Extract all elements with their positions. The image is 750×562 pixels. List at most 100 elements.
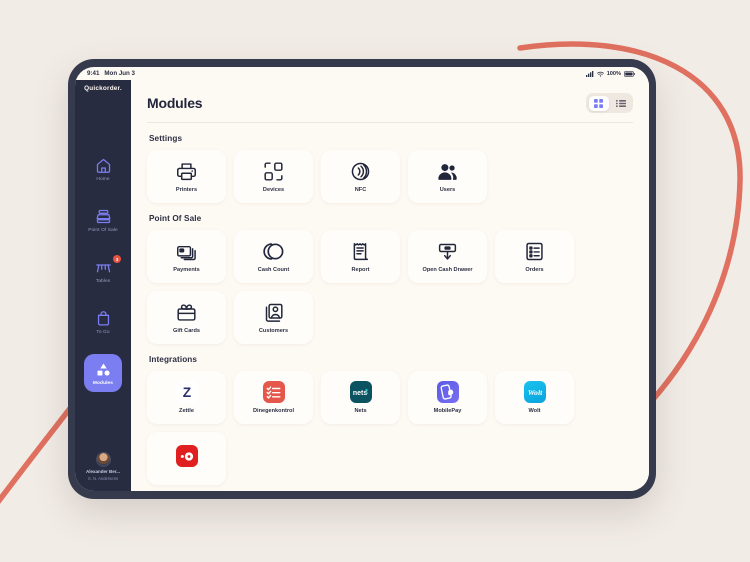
- card-label: Printers: [175, 186, 198, 193]
- module-card-customers[interactable]: Customers: [234, 291, 313, 344]
- battery-icon: [624, 70, 635, 77]
- sidebar-item-point-of-sale[interactable]: Point Of Sale: [84, 201, 122, 239]
- wifi-icon: [596, 71, 604, 77]
- grid-icon: [594, 98, 603, 108]
- sidebar-item-label: Point Of Sale: [88, 227, 118, 233]
- module-card-open-cash-drawer[interactable]: Open Cash Drawer: [408, 230, 487, 283]
- card-label: Users: [439, 186, 456, 193]
- card-label: Dinegenkontrol: [252, 408, 295, 414]
- list-view-button[interactable]: [611, 96, 631, 111]
- tables-badge: 3: [113, 255, 121, 263]
- main-content: Modules Settings Printers Devices NFC Us…: [131, 80, 649, 491]
- module-card-nets[interactable]: nets Nets: [321, 371, 400, 424]
- card-label: Cash Count: [257, 266, 290, 273]
- nfc-icon: [351, 162, 370, 180]
- module-card-zettle[interactable]: Z Zettle: [147, 371, 226, 424]
- sidebar-item-modules[interactable]: Modules: [84, 354, 122, 392]
- module-card-devices[interactable]: Devices: [234, 150, 313, 203]
- settings-grid: Printers Devices NFC Users: [147, 150, 633, 203]
- grid-view-button[interactable]: [588, 95, 609, 111]
- card-label: Gift Cards: [172, 327, 201, 334]
- status-date: Mon Jun 3: [104, 70, 135, 77]
- module-card-nfc[interactable]: NFC: [321, 150, 400, 203]
- card-label: Wolt: [528, 408, 541, 414]
- takeaway-bag-icon: [97, 310, 109, 326]
- integrations-grid: Z Zettle Dinegenkontrol nets Nets Mobile…: [147, 371, 633, 485]
- users-icon: [438, 163, 457, 180]
- zettle-logo: Z: [175, 381, 198, 403]
- tablet-frame: 9:41 Mon Jun 3 100% Quickorder. Home Poi…: [68, 59, 656, 499]
- sidebar-user-profile[interactable]: Alexander Ber... S. N. Andersens: [86, 452, 120, 485]
- card-label: NFC: [354, 186, 367, 193]
- cash-drawer-icon: [438, 243, 457, 260]
- sidebar-item-label: To Go: [96, 329, 110, 335]
- card-label: Nets: [354, 408, 367, 414]
- nets-logo: nets: [349, 381, 372, 403]
- receipt-icon: [353, 242, 369, 260]
- svg-text:Z: Z: [182, 385, 190, 400]
- section-title-point-of-sale: Point Of Sale: [149, 214, 202, 223]
- svg-text:Wolt: Wolt: [527, 388, 542, 397]
- wolt-logo: Wolt: [523, 381, 546, 403]
- orders-list-icon: [526, 242, 543, 260]
- module-card-red-app[interactable]: [147, 432, 226, 485]
- sidebar-item-to-go[interactable]: To Go: [84, 303, 122, 341]
- card-label: Orders: [525, 266, 544, 273]
- module-card-dinegenkontrol[interactable]: Dinegenkontrol: [234, 371, 313, 424]
- point-of-sale-grid: Payments Cash Count Report Open Cash Dra…: [147, 230, 633, 344]
- card-label: Customers: [258, 327, 289, 334]
- register-icon: [95, 209, 111, 223]
- section-title-integrations: Integrations: [149, 355, 198, 364]
- svg-text:nets: nets: [352, 390, 366, 397]
- sidebar-item-label: Tables: [95, 278, 111, 284]
- module-card-printers[interactable]: Printers: [147, 150, 226, 203]
- status-bar: 9:41 Mon Jun 3 100%: [75, 67, 649, 80]
- module-card-gift-cards[interactable]: Gift Cards: [147, 291, 226, 344]
- page-title: Modules: [147, 95, 203, 111]
- module-card-cash-count[interactable]: Cash Count: [234, 230, 313, 283]
- card-label: Report: [351, 266, 370, 273]
- card-label: Zettle: [179, 408, 194, 414]
- sidebar-item-label: Home: [96, 176, 110, 182]
- user-subtitle: S. N. Andersens: [87, 476, 119, 481]
- user-name: Alexander Ber...: [85, 469, 121, 474]
- card-label: Open Cash Drawer: [422, 266, 473, 273]
- red-app-logo: [175, 445, 198, 467]
- battery-percent: 100%: [606, 70, 621, 77]
- brand-logo: Quickorder.: [84, 85, 122, 92]
- printer-icon: [177, 162, 196, 180]
- page-header: Modules: [131, 80, 649, 122]
- view-toggle: [586, 93, 633, 113]
- module-card-payments[interactable]: Payments: [147, 230, 226, 283]
- module-card-users[interactable]: Users: [408, 150, 487, 203]
- sidebar-item-label: Modules: [92, 380, 114, 386]
- dinegenkontrol-logo: [262, 381, 285, 403]
- module-card-wolt[interactable]: Wolt Wolt: [495, 371, 574, 424]
- section-title-settings: Settings: [149, 134, 183, 143]
- card-label: MobilePay: [433, 408, 462, 414]
- module-card-report[interactable]: Report: [321, 230, 400, 283]
- payment-card-icon: [177, 245, 196, 260]
- card-label: Payments: [173, 266, 200, 273]
- coins-icon: [263, 242, 284, 260]
- gift-card-icon: [177, 303, 196, 321]
- sidebar: Quickorder. Home Point Of Sale 3 Tables …: [75, 67, 131, 491]
- list-icon: [615, 99, 626, 107]
- customers-icon: [265, 303, 283, 322]
- card-label: Devices: [262, 186, 285, 193]
- module-card-mobilepay[interactable]: MobilePay: [408, 371, 487, 424]
- sidebar-nav: Home Point Of Sale 3 Tables To Go Module…: [75, 96, 131, 452]
- mobilepay-logo: [436, 381, 459, 403]
- sidebar-item-home[interactable]: Home: [84, 150, 122, 188]
- cellular-signal-icon: [585, 70, 594, 77]
- table-icon: [95, 263, 111, 272]
- avatar: [95, 452, 111, 467]
- sidebar-item-tables[interactable]: 3 Tables: [84, 252, 122, 290]
- module-card-orders[interactable]: Orders: [495, 230, 574, 283]
- modules-content: Settings Printers Devices NFC Users Poin…: [131, 123, 649, 491]
- home-icon: [96, 158, 110, 173]
- tablet-screen: 9:41 Mon Jun 3 100% Quickorder. Home Poi…: [75, 67, 649, 491]
- devices-icon: [264, 161, 283, 181]
- shapes-icon: [96, 362, 110, 376]
- status-time: 9:41: [87, 70, 100, 77]
